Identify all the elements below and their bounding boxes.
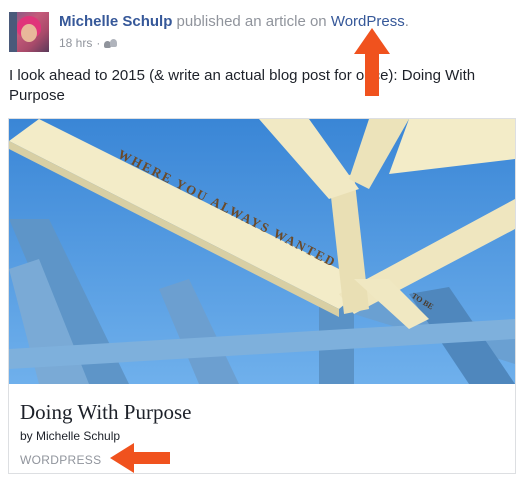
friends-icon[interactable] [104, 38, 118, 48]
author-name-link[interactable]: Michelle Schulp [59, 13, 172, 30]
red-arrow-icon-2 [110, 443, 170, 473]
post-message: I look ahead to 2015 (& write an actual … [9, 67, 476, 104]
article-domain: WORDPRESS [20, 453, 102, 467]
avatar-face [21, 24, 37, 42]
avatar-bookshelf [9, 12, 17, 52]
bridge-photo: WHERE YOU ALWAYS WANTED TO BE [9, 119, 515, 384]
post-meta: 18 hrs · [59, 36, 118, 50]
source-period: . [404, 13, 409, 30]
timestamp-link[interactable]: 18 hrs [59, 36, 92, 50]
action-text: published an article on [176, 13, 327, 30]
red-arrow-icon [354, 28, 390, 96]
article-title[interactable]: Doing With Purpose [20, 400, 191, 425]
article-cover-image[interactable]: WHERE YOU ALWAYS WANTED TO BE [9, 119, 515, 384]
meta-separator: · [96, 36, 101, 50]
profile-avatar[interactable] [9, 12, 49, 52]
link-preview-card[interactable]: WHERE YOU ALWAYS WANTED TO BE Doing With… [8, 118, 516, 474]
article-byline: by Michelle Schulp [20, 429, 121, 443]
